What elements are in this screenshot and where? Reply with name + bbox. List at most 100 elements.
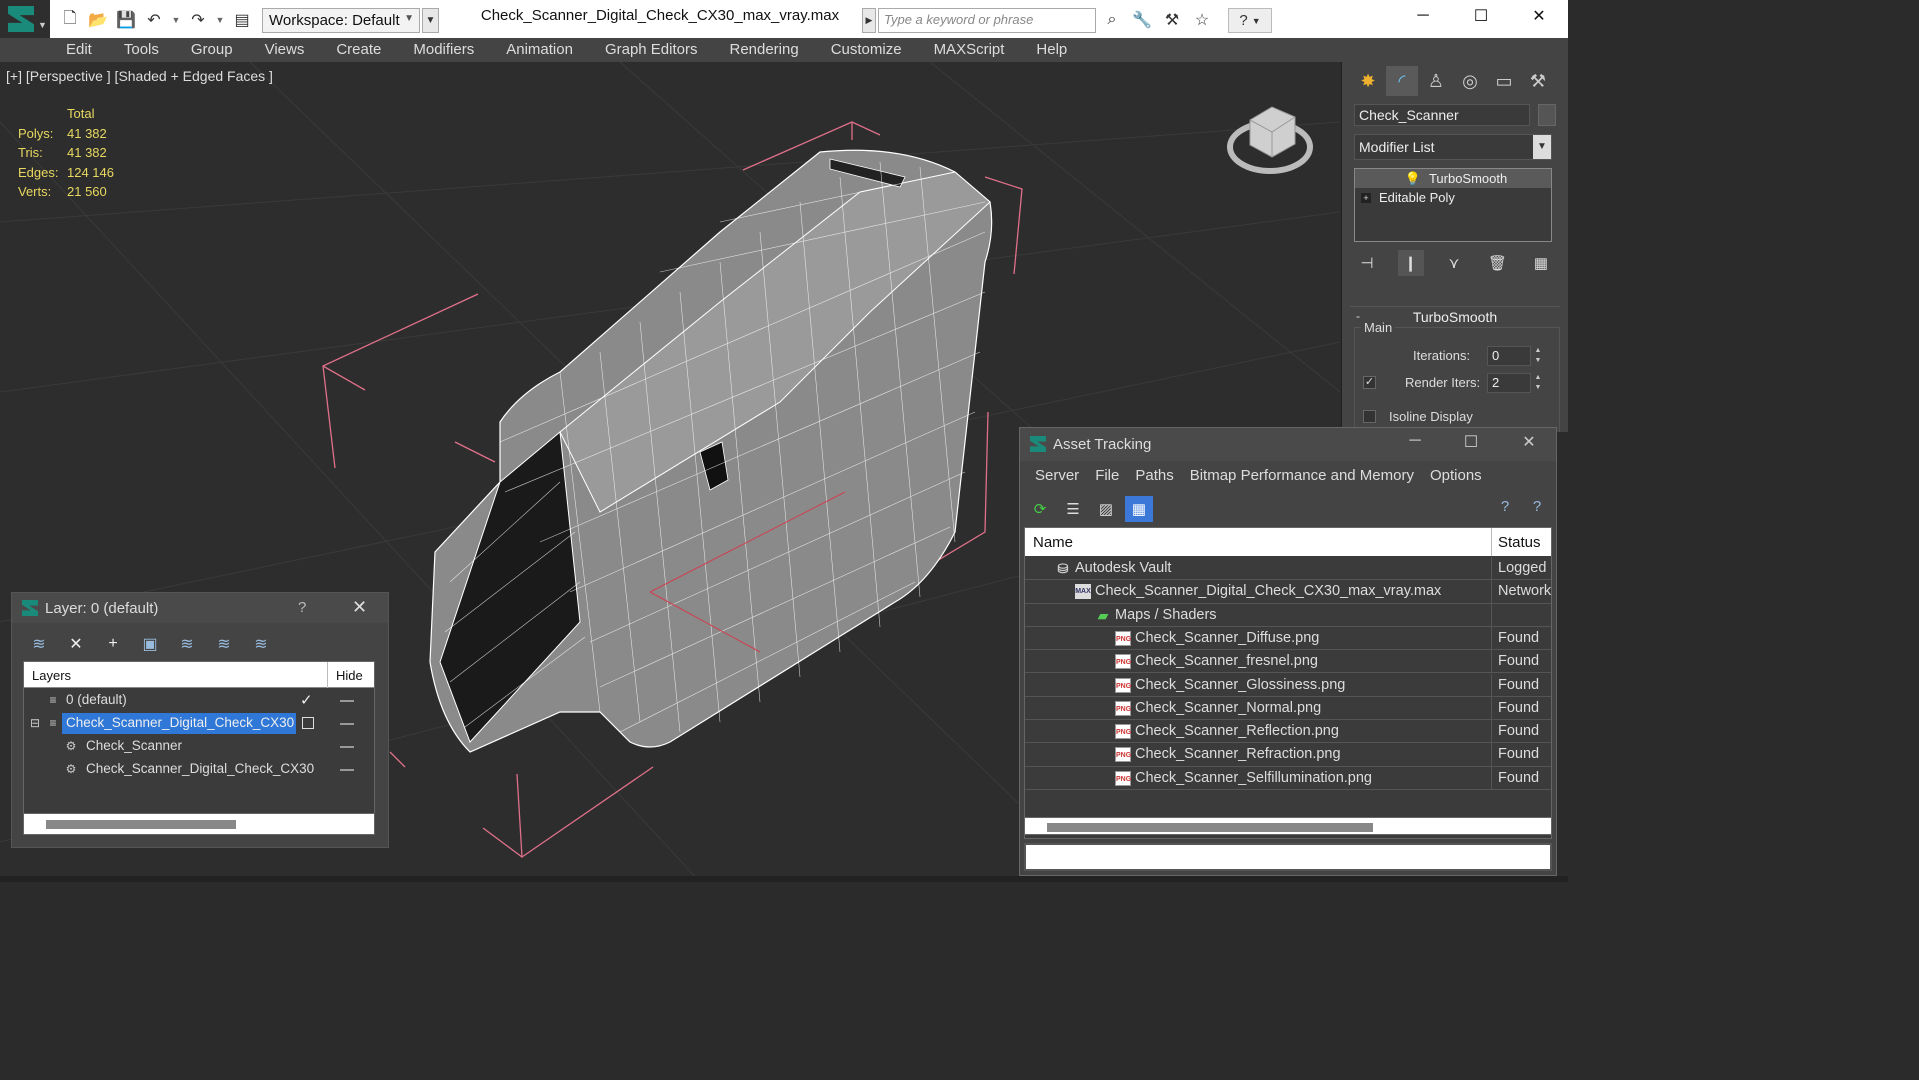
- menu-tools[interactable]: Tools: [108, 38, 175, 62]
- asset-path-field[interactable]: [1024, 843, 1552, 871]
- new-file-icon[interactable]: 🗋: [58, 8, 82, 32]
- open-folder-icon[interactable]: 📂: [86, 8, 110, 32]
- close-button[interactable]: ✕: [352, 597, 367, 618]
- maximize-button[interactable]: ☐: [1456, 432, 1486, 452]
- workspace-select[interactable]: Workspace: Default ▼: [262, 8, 420, 33]
- make-unique-icon[interactable]: ⋎: [1441, 250, 1467, 276]
- scrollbar-thumb[interactable]: [46, 820, 236, 829]
- utilities-tab-icon[interactable]: ⚒: [1522, 66, 1554, 96]
- configure-modifier-sets-icon[interactable]: ▦: [1528, 250, 1554, 276]
- hide-all-layers-icon[interactable]: ≋: [211, 631, 237, 657]
- object-row[interactable]: ⚙ Check_Scanner: [24, 735, 374, 758]
- pin-stack-icon[interactable]: ⊣: [1354, 250, 1380, 276]
- help-button[interactable]: ? ▼: [1228, 8, 1272, 33]
- table-row[interactable]: PNG Check_Scanner_fresnel.png Found: [1025, 650, 1551, 674]
- table-row[interactable]: MAX Check_Scanner_Digital_Check_CX30_max…: [1025, 580, 1551, 604]
- create-tab-icon[interactable]: ✸: [1352, 66, 1384, 96]
- app-menu-button[interactable]: ▼: [0, 0, 50, 38]
- remove-modifier-icon[interactable]: 🗑: [1485, 250, 1511, 276]
- menu-file[interactable]: File: [1087, 464, 1127, 488]
- add-to-layer-icon[interactable]: +: [100, 631, 126, 657]
- menu-help[interactable]: Help: [1020, 38, 1083, 62]
- table-row[interactable]: PNG Check_Scanner_Glossiness.png Found: [1025, 673, 1551, 697]
- set-active-layer-box[interactable]: [302, 717, 314, 729]
- column-hide[interactable]: Hide: [336, 668, 363, 683]
- menu-graph-editors[interactable]: Graph Editors: [589, 38, 714, 62]
- active-layer-checkmark-icon[interactable]: ✓: [300, 691, 313, 709]
- object-row[interactable]: ⚙ Check_Scanner_Digital_Check_CX30: [24, 758, 374, 781]
- display-tab-icon[interactable]: ▭: [1488, 66, 1520, 96]
- menu-modifiers[interactable]: Modifiers: [397, 38, 490, 62]
- thumbnail-view-icon[interactable]: ▨: [1092, 496, 1120, 522]
- highlight-layer-icon[interactable]: ≋: [174, 631, 200, 657]
- column-status[interactable]: Status: [1498, 534, 1541, 551]
- motion-tab-icon[interactable]: ◎: [1454, 66, 1486, 96]
- object-color-swatch[interactable]: [1538, 104, 1556, 126]
- table-row[interactable]: PNG Check_Scanner_Diffuse.png Found: [1025, 626, 1551, 651]
- object-name-field[interactable]: Check_Scanner: [1354, 104, 1530, 126]
- stack-item-turbosmooth[interactable]: 💡 TurboSmooth: [1355, 169, 1551, 188]
- menu-edit[interactable]: Edit: [50, 38, 108, 62]
- hide-toggle[interactable]: [340, 723, 354, 725]
- delete-layer-icon[interactable]: ✕: [63, 631, 89, 657]
- maximize-button[interactable]: ☐: [1452, 0, 1510, 32]
- asset-window-titlebar[interactable]: Asset Tracking ─ ☐ ✕: [1020, 428, 1556, 461]
- layer-row[interactable]: ⊟ ≡ Check_Scanner_Digital_Check_CX30: [24, 712, 374, 735]
- star-icon[interactable]: ☆: [1190, 8, 1214, 32]
- menu-paths[interactable]: Paths: [1127, 464, 1181, 488]
- expand-icon[interactable]: +: [1361, 192, 1371, 203]
- menu-create[interactable]: Create: [320, 38, 397, 62]
- column-divider[interactable]: [327, 662, 328, 688]
- close-button[interactable]: ✕: [1510, 0, 1568, 32]
- column-layers[interactable]: Layers: [32, 668, 71, 683]
- minimize-button[interactable]: ─: [1394, 0, 1452, 32]
- menu-rendering[interactable]: Rendering: [713, 38, 814, 62]
- refresh-icon[interactable]: ⟳: [1026, 496, 1054, 522]
- layer-row[interactable]: ≡ 0 (default) ✓: [24, 689, 374, 712]
- workspace-menu-button[interactable]: ▼: [422, 8, 439, 33]
- select-objects-icon[interactable]: ▣: [137, 631, 163, 657]
- table-view-icon[interactable]: ▦: [1125, 496, 1153, 522]
- table-row[interactable]: PNG Check_Scanner_Reflection.png Found: [1025, 720, 1551, 744]
- menu-options[interactable]: Options: [1422, 464, 1490, 488]
- minimize-button[interactable]: ─: [1400, 432, 1430, 450]
- column-divider[interactable]: [1491, 528, 1492, 556]
- hide-toggle[interactable]: [340, 746, 354, 748]
- horizontal-scrollbar[interactable]: [1024, 817, 1552, 835]
- menu-customize[interactable]: Customize: [815, 38, 918, 62]
- modify-tab-icon[interactable]: ◜: [1386, 66, 1418, 96]
- menu-views[interactable]: Views: [249, 38, 321, 62]
- undo-dropdown-icon[interactable]: ▼: [170, 8, 182, 32]
- redo-icon[interactable]: ↷: [186, 8, 210, 32]
- freeze-all-layers-icon[interactable]: ≋: [248, 631, 274, 657]
- isoline-display-checkbox[interactable]: [1363, 410, 1376, 423]
- project-folder-icon[interactable]: ▤: [230, 8, 254, 32]
- redo-dropdown-icon[interactable]: ▼: [214, 8, 226, 32]
- menu-animation[interactable]: Animation: [490, 38, 589, 62]
- menu-server[interactable]: Server: [1027, 464, 1087, 488]
- help-icon[interactable]: ?: [1494, 498, 1516, 520]
- menu-bitmap-performance[interactable]: Bitmap Performance and Memory: [1182, 464, 1422, 488]
- render-iters-checkbox[interactable]: ✓: [1363, 376, 1376, 389]
- viewport-label[interactable]: [+] [Perspective ] [Shaded + Edged Faces…: [6, 68, 273, 84]
- table-row[interactable]: PNG Check_Scanner_Selfillumination.png F…: [1025, 766, 1551, 790]
- show-end-result-icon[interactable]: ❙: [1397, 250, 1424, 276]
- table-row[interactable]: ⛁ Autodesk Vault Logged Out: [1025, 557, 1551, 581]
- viewcube[interactable]: [1227, 106, 1313, 174]
- close-button[interactable]: ✕: [1514, 432, 1544, 452]
- column-name[interactable]: Name: [1033, 534, 1073, 551]
- table-row[interactable]: PNG Check_Scanner_Normal.png Found: [1025, 696, 1551, 721]
- collapse-icon[interactable]: ⊟: [28, 716, 42, 730]
- subscription-icon[interactable]: ⚒: [1160, 8, 1184, 32]
- tools-icon[interactable]: 🔧: [1130, 8, 1154, 32]
- save-icon[interactable]: 💾: [114, 8, 138, 32]
- search-expand-button[interactable]: ▶: [862, 8, 876, 33]
- modifier-list-dropdown[interactable]: Modifier List ▼: [1354, 134, 1552, 160]
- table-row[interactable]: PNG Check_Scanner_Refraction.png Found: [1025, 743, 1551, 767]
- iterations-spinner[interactable]: 0: [1487, 346, 1531, 366]
- render-iters-spinner[interactable]: 2: [1487, 373, 1531, 393]
- layer-window-titlebar[interactable]: Layer: 0 (default) ? ✕: [12, 593, 388, 623]
- hierarchy-tab-icon[interactable]: ♙: [1420, 66, 1452, 96]
- menu-group[interactable]: Group: [175, 38, 249, 62]
- context-help-icon[interactable]: ?: [1526, 498, 1548, 520]
